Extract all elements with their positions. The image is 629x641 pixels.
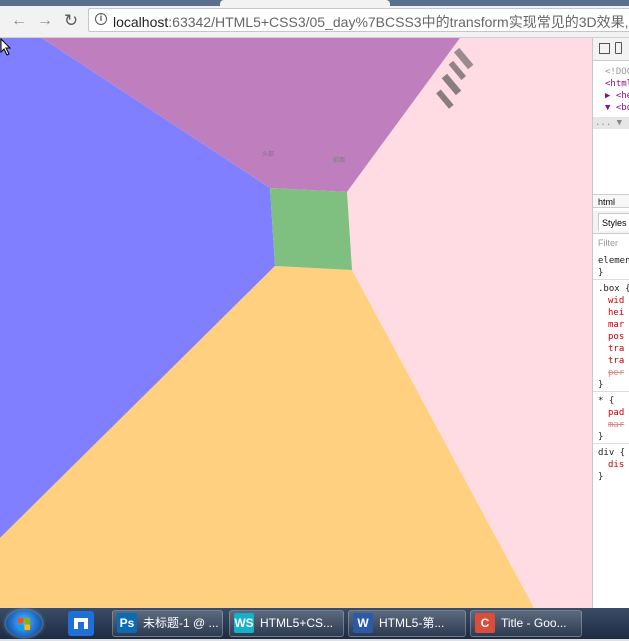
css-property[interactable]: hei xyxy=(598,308,624,319)
css-rule-close: } xyxy=(598,472,604,482)
arrow-right-icon: → xyxy=(37,12,53,29)
taskbar-button[interactable]: C Title - Goo... xyxy=(470,610,582,637)
taskbar-button-label: HTML5+CS... xyxy=(260,616,334,630)
tab-styles[interactable]: Styles xyxy=(598,213,629,231)
center-face xyxy=(270,188,352,270)
app-icon: C xyxy=(475,613,495,633)
dom-selected-node[interactable]: ... ▼ xyxy=(595,117,622,129)
taskbar-button-label: 未标题-1 @ ... xyxy=(143,616,219,630)
app-icon: Ps xyxy=(117,613,137,633)
css-property[interactable]: tra xyxy=(598,356,624,367)
inspect-element-icon[interactable] xyxy=(599,43,610,54)
active-tab[interactable] xyxy=(220,0,390,6)
info-icon[interactable]: i xyxy=(95,13,107,25)
maxthon-browser-icon[interactable] xyxy=(68,611,94,636)
page-viewport[interactable]: 头部 前面 xyxy=(0,38,592,608)
css-property[interactable]: tra xyxy=(598,344,624,355)
center-face-label: 前面 xyxy=(333,156,345,164)
devtools-panel[interactable]: <!DOC <html ▶ <he ▼ <bo ... ▼ html Style… xyxy=(592,38,629,608)
breadcrumb[interactable]: html xyxy=(593,194,629,208)
forward-button[interactable]: → xyxy=(36,12,54,30)
app-icon: W xyxy=(353,613,373,633)
dom-doctype[interactable]: <!DOC xyxy=(605,66,629,78)
dom-html[interactable]: <html xyxy=(605,78,629,90)
top-face-label: 头部 xyxy=(262,150,274,158)
browser-toolbar: ← → ↻ i localhost:63342/HTML5+CSS3/05_da… xyxy=(0,0,629,38)
css-property[interactable]: wid xyxy=(598,296,624,307)
taskbar: Ps 未标题-1 @ ... WS HTML5+CS... W HTML5-第... C Ti… xyxy=(0,608,629,639)
rule-separator xyxy=(593,443,629,444)
back-button[interactable]: ← xyxy=(10,12,28,30)
styles-filter-input[interactable]: Filter xyxy=(598,238,618,248)
tab-strip xyxy=(0,0,629,6)
css-property[interactable]: mar xyxy=(598,420,624,431)
start-button[interactable] xyxy=(6,610,42,637)
device-toggle-icon[interactable] xyxy=(615,42,622,54)
url-text: localhost:63342/HTML5+CSS3/05_day%7BCSS3… xyxy=(113,12,629,31)
css-rule-selector[interactable]: * { xyxy=(598,396,614,407)
3d-box-scene: 头部 前面 xyxy=(0,38,592,608)
url-path: :63342/HTML5+CSS3/05_day%7BCSS3中的transfo… xyxy=(168,14,629,30)
css-property[interactable]: pad xyxy=(598,408,624,419)
devtools-subtabs: Styles xyxy=(593,211,629,234)
css-property[interactable]: mar xyxy=(598,320,624,331)
taskbar-button[interactable]: W HTML5-第... xyxy=(348,610,466,637)
url-host: localhost xyxy=(113,14,169,30)
taskbar-button[interactable]: Ps 未标题-1 @ ... xyxy=(112,610,223,637)
reload-button[interactable]: ↻ xyxy=(62,12,80,30)
arrow-left-icon: ← xyxy=(11,12,27,29)
css-rule-selector[interactable]: div { xyxy=(598,448,625,459)
rule-separator xyxy=(593,391,629,392)
rule-separator xyxy=(593,279,629,280)
taskbar-button[interactable]: WS HTML5+CS... xyxy=(229,610,344,637)
dom-head[interactable]: ▶ <he xyxy=(605,90,629,102)
taskbar-button-label: Title - Goo... xyxy=(501,616,567,630)
app-icon: WS xyxy=(234,613,254,633)
css-property[interactable]: per xyxy=(598,368,624,379)
css-property[interactable]: dis xyxy=(598,460,624,471)
mouse-cursor-icon xyxy=(0,38,12,56)
css-rule-selector[interactable]: .box { xyxy=(598,284,629,295)
dom-body[interactable]: ▼ <bo xyxy=(605,102,629,114)
css-property[interactable]: pos xyxy=(598,332,624,343)
css-rule-selector[interactable]: element xyxy=(598,256,629,267)
css-rule-close: } xyxy=(598,380,604,390)
reload-icon: ↻ xyxy=(63,11,79,30)
windows-logo-icon xyxy=(18,618,30,630)
devtools-toolbar xyxy=(593,38,629,61)
css-rule-close: } xyxy=(598,432,604,442)
taskbar-button-label: HTML5-第... xyxy=(379,616,445,630)
address-bar[interactable]: i localhost:63342/HTML5+CSS3/05_day%7BCS… xyxy=(88,8,629,32)
css-rule-close: } xyxy=(598,268,604,278)
